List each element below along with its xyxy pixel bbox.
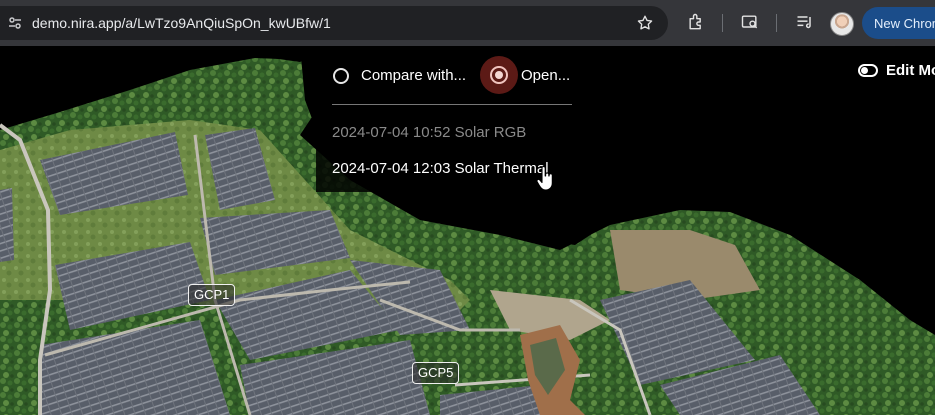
toolbar-separator	[722, 14, 723, 32]
radio-unselected-icon	[333, 67, 349, 84]
site-info-icon[interactable]	[0, 6, 30, 40]
search-tab-icon[interactable]	[740, 12, 760, 37]
open-option[interactable]: Open...	[480, 56, 570, 94]
reading-list-icon[interactable]	[795, 12, 815, 37]
open-label: Open...	[521, 66, 571, 84]
toolbar-separator	[776, 14, 777, 32]
address-bar[interactable]: demo.nira.app/a/LwTzo9AnQiuSpOn_kwUBfw/1	[0, 6, 668, 40]
capture-item[interactable]: 2024-07-04 12:03 Solar Thermal	[332, 160, 549, 177]
gcp-marker-1[interactable]: GCP1	[188, 284, 236, 306]
profile-avatar[interactable]	[830, 12, 854, 36]
url-text: demo.nira.app/a/LwTzo9AnQiuSpOn_kwUBfw/1	[32, 15, 331, 31]
new-chrome-button[interactable]: New Chrome	[862, 7, 935, 39]
bookmark-star-icon[interactable]	[636, 14, 654, 37]
capture-item-current[interactable]: 2024-07-04 10:52 Solar RGB	[332, 124, 526, 141]
toggle-icon	[858, 64, 878, 77]
edit-mode-toggle[interactable]: Edit Mode	[858, 62, 935, 79]
gcp-marker-label: GCP5	[418, 365, 454, 380]
gcp-marker-5[interactable]: GCP5	[412, 362, 460, 384]
radio-selected-icon	[480, 56, 518, 94]
compare-with-option[interactable]: Compare with...	[333, 67, 466, 84]
extensions-icon[interactable]	[686, 12, 706, 37]
hand-cursor-icon	[536, 165, 556, 197]
compare-with-label: Compare with...	[361, 67, 467, 84]
new-chrome-label: New Chrome	[874, 15, 935, 31]
gcp-marker-label: GCP1	[194, 287, 230, 302]
browser-toolbar: demo.nira.app/a/LwTzo9AnQiuSpOn_kwUBfw/1…	[0, 0, 935, 46]
edit-mode-label: Edit Mode	[886, 62, 935, 79]
panel-divider	[332, 104, 572, 105]
